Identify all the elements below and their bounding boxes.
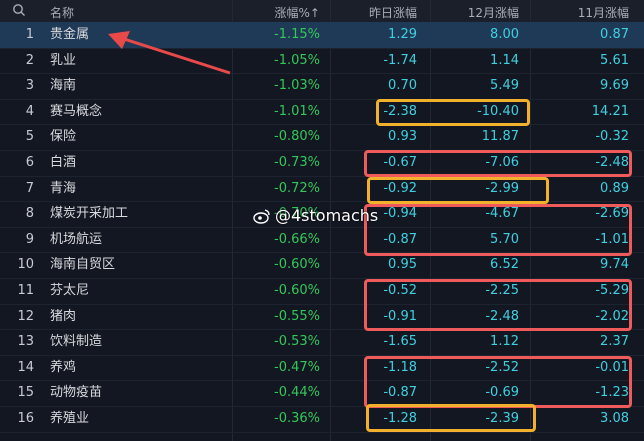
november-change: 5.61 <box>600 52 629 68</box>
november-change: 0.89 <box>600 180 629 196</box>
row-index: 3 <box>25 78 34 94</box>
yesterday-change: 0.70 <box>388 78 417 94</box>
table-row[interactable]: 1 贵金属 -1.15% 1.29 8.00 0.87 <box>0 22 644 49</box>
yesterday-change: 0.95 <box>388 257 417 273</box>
column-header-november[interactable]: 11月涨幅 <box>578 4 629 21</box>
highlight-box-red <box>364 356 632 408</box>
weibo-icon <box>253 209 270 224</box>
row-index: 15 <box>17 385 34 401</box>
row-index: 6 <box>25 155 34 170</box>
sector-name: 养殖业 <box>50 411 90 426</box>
november-change: 3.08 <box>600 411 629 426</box>
change-percent: -0.66% <box>274 231 320 247</box>
change-percent: -0.60% <box>274 283 320 298</box>
row-index: 10 <box>17 257 34 273</box>
row-index: 9 <box>25 231 34 247</box>
highlight-box-red <box>364 279 632 331</box>
sector-name: 白酒 <box>50 155 77 170</box>
yesterday-change: 0.93 <box>388 129 417 145</box>
highlight-box-yellow <box>366 404 536 432</box>
table-header: 名称 涨幅%↑ 昨日涨幅 12月涨幅 11月涨幅 <box>0 0 644 23</box>
table-row[interactable]: 13 饮料制造 -0.53% -1.65 1.12 2.37 <box>0 329 644 356</box>
row-index: 8 <box>25 206 34 222</box>
row-index: 5 <box>25 129 34 145</box>
row-index: 14 <box>17 359 34 375</box>
sector-name: 赛马概念 <box>50 103 103 119</box>
december-change: 11.87 <box>481 129 519 145</box>
change-percent: -0.72% <box>274 180 320 196</box>
sector-name: 乳业 <box>50 52 77 68</box>
sector-name: 机场航运 <box>50 231 103 247</box>
sector-name: 猪肉 <box>50 308 77 324</box>
sector-name: 芬太尼 <box>50 283 90 298</box>
table-row[interactable]: 10 海南自贸区 -0.60% 0.95 6.52 9.74 <box>0 252 644 279</box>
row-index: 4 <box>25 103 34 119</box>
change-percent: -0.47% <box>274 359 320 375</box>
november-change: 9.69 <box>600 78 629 94</box>
highlight-box-red <box>364 150 632 177</box>
change-percent: -0.60% <box>274 257 320 273</box>
change-percent: -0.36% <box>274 411 320 426</box>
december-change: 1.14 <box>490 52 519 68</box>
highlight-box-yellow <box>376 99 530 126</box>
watermark-text: @4stomachs <box>275 206 379 225</box>
row-index: 13 <box>17 334 34 350</box>
december-change: 5.49 <box>490 78 519 94</box>
change-percent: -1.03% <box>274 78 320 94</box>
table-row[interactable]: 3 海南 -1.03% 0.70 5.49 9.69 <box>0 73 644 100</box>
change-percent: -0.44% <box>274 385 320 401</box>
november-change: 0.87 <box>600 27 629 42</box>
change-percent: -1.05% <box>274 52 320 68</box>
change-percent: -1.01% <box>274 103 320 119</box>
row-index: 1 <box>25 27 34 42</box>
december-change: 1.12 <box>490 334 519 350</box>
november-change: 2.37 <box>600 334 629 350</box>
sector-name: 饮料制造 <box>50 334 103 350</box>
sector-name: 海南自贸区 <box>50 257 116 273</box>
november-change: 14.21 <box>591 103 629 119</box>
column-header-name[interactable]: 名称 <box>50 4 74 21</box>
search-icon[interactable] <box>12 3 26 20</box>
highlight-box-red <box>364 204 632 256</box>
december-change: 8.00 <box>490 27 519 42</box>
column-header-december[interactable]: 12月涨幅 <box>468 4 519 21</box>
change-percent: -0.73% <box>274 155 320 170</box>
watermark: @4stomachs <box>253 206 378 225</box>
sector-name: 保险 <box>50 129 77 145</box>
yesterday-change: -1.65 <box>383 334 417 350</box>
november-change: -0.32 <box>595 129 629 145</box>
change-percent: -0.80% <box>274 129 320 145</box>
change-percent: -0.53% <box>274 334 320 350</box>
sector-name: 青海 <box>50 180 77 196</box>
table-row[interactable]: 16 养殖业 -0.36% -1.28 -2.39 3.08 <box>0 406 644 433</box>
sector-name: 煤炭开采加工 <box>50 206 129 222</box>
row-index: 12 <box>17 308 34 324</box>
sector-name: 动物疫苗 <box>50 385 103 401</box>
table-row[interactable]: 5 保险 -0.80% 0.93 11.87 -0.32 <box>0 124 644 151</box>
november-change: 9.74 <box>600 257 629 273</box>
yesterday-change: -1.74 <box>383 52 417 68</box>
sector-name: 海南 <box>50 78 77 94</box>
row-index: 2 <box>25 52 34 68</box>
row-index: 7 <box>25 180 34 196</box>
change-percent: -1.15% <box>274 27 320 42</box>
row-index: 11 <box>17 283 34 298</box>
row-index: 16 <box>17 411 34 426</box>
yesterday-change: 1.29 <box>388 27 417 42</box>
table-row[interactable]: 2 乳业 -1.05% -1.74 1.14 5.61 <box>0 48 644 75</box>
sector-name: 养鸡 <box>50 359 77 375</box>
highlight-box-yellow <box>367 177 549 204</box>
column-header-change[interactable]: 涨幅%↑ <box>275 4 320 21</box>
change-percent: -0.55% <box>274 308 320 324</box>
table-row[interactable]: 4 赛马概念 -1.01% -2.38 -10.40 14.21 <box>0 99 644 126</box>
sector-name: 贵金属 <box>50 27 90 42</box>
arrow-annotation-icon <box>108 31 231 75</box>
december-change: 6.52 <box>490 257 519 273</box>
column-header-yesterday[interactable]: 昨日涨幅 <box>369 4 417 21</box>
